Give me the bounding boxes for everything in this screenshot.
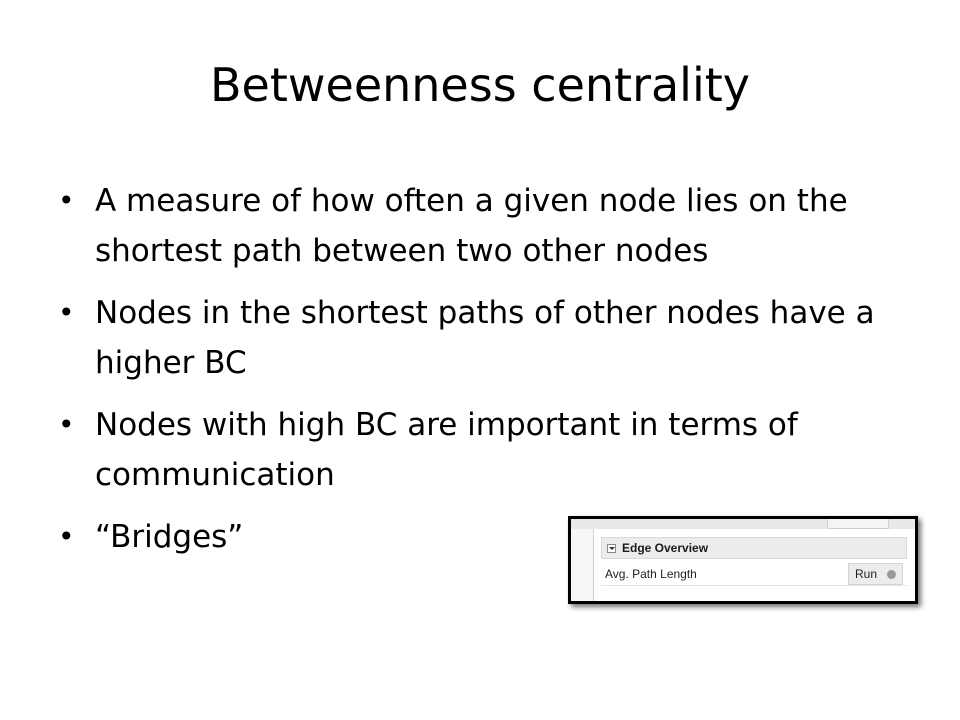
- collapse-toggle-icon[interactable]: [607, 543, 616, 553]
- bullet-marker: •: [58, 184, 75, 217]
- slide-title: Betweenness centrality: [210, 58, 750, 112]
- edge-overview-header[interactable]: Edge Overview: [601, 537, 907, 559]
- metric-label: Avg. Path Length: [605, 567, 697, 581]
- bullet-text: Nodes with high BC are important in term…: [95, 407, 798, 493]
- bullet-marker: •: [58, 408, 75, 441]
- bullet-text: A measure of how often a given node lies…: [95, 183, 848, 269]
- bullet-item: • Nodes with high BC are important in te…: [58, 400, 888, 500]
- run-button-label: Run: [854, 567, 877, 581]
- panel-top-control: [827, 519, 889, 529]
- run-button[interactable]: Run: [847, 563, 903, 585]
- bullet-text: Nodes in the shortest paths of other nod…: [95, 295, 875, 381]
- bullet-marker: •: [58, 520, 75, 553]
- statistics-panel-screenshot: Edge Overview Avg. Path Length Run: [568, 516, 918, 604]
- panel-left-gutter: [571, 529, 593, 601]
- status-dot-icon: [887, 569, 896, 579]
- bullet-item: • A measure of how often a given node li…: [58, 176, 888, 276]
- bullet-list: • A measure of how often a given node li…: [58, 176, 888, 574]
- bullet-marker: •: [58, 296, 75, 329]
- section-title: Edge Overview: [622, 541, 709, 555]
- metric-row-avg-path-length: Avg. Path Length Run: [601, 563, 907, 586]
- bullet-item: • Nodes in the shortest paths of other n…: [58, 288, 888, 388]
